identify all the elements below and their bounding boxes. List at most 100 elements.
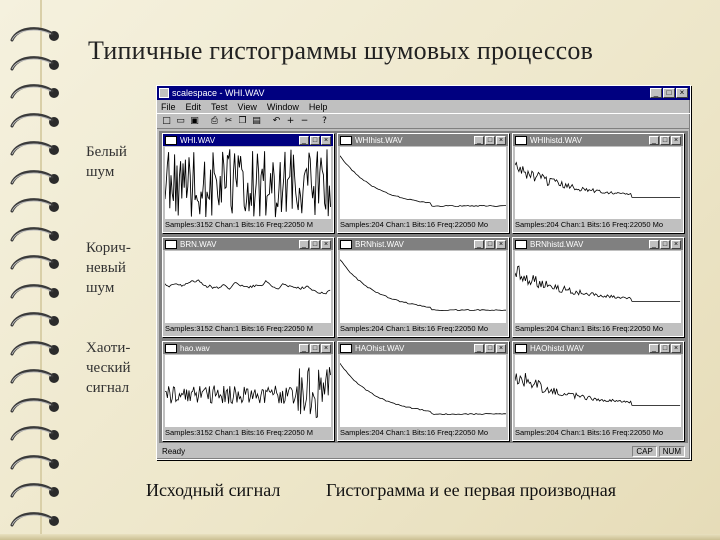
- zoom-out-icon[interactable]: −: [299, 116, 310, 127]
- page-bottom-edge: [0, 534, 720, 540]
- child-window[interactable]: BRN.WAV _ □ × Samples:3152 Chan:1 Bits:16 Fr…: [162, 237, 334, 337]
- menu-window[interactable]: Window: [267, 102, 299, 112]
- app-icon[interactable]: [159, 88, 169, 98]
- maximize-button[interactable]: □: [663, 88, 675, 98]
- spiral-ring: [8, 51, 66, 79]
- child-titlebar[interactable]: HAOhist.WAV _ □ ×: [338, 342, 508, 354]
- maximize-button[interactable]: □: [485, 135, 495, 145]
- child-titlebar[interactable]: WHIhist.WAV _ □ ×: [338, 134, 508, 146]
- child-status: Samples:204 Chan:1 Bits:16 Freq:22050 Mo: [515, 220, 664, 229]
- child-window[interactable]: HAOhist.WAV _ □ × Samples:204 Chan:1 Bits:16…: [337, 341, 509, 441]
- app-titlebar[interactable]: scalespace - WHI.WAV _ □ ×: [157, 86, 690, 100]
- open-icon[interactable]: ▭: [175, 116, 186, 127]
- caption-histogram: Гистограмма и ее первая производная: [326, 480, 617, 500]
- child-window[interactable]: hao.wav _ □ × Samples:3152 Chan:1 Bits:16 Fr…: [162, 341, 334, 441]
- minimize-button[interactable]: _: [299, 239, 309, 249]
- maximize-button[interactable]: □: [310, 239, 320, 249]
- waveform-plot[interactable]: [165, 251, 331, 323]
- child-status: Samples:204 Chan:1 Bits:16 Freq:22050 Mo: [340, 428, 489, 437]
- zoom-in-icon[interactable]: +: [285, 116, 296, 127]
- child-window[interactable]: HAOhistd.WAV _ □ × Samples:204 Chan:1 Bits:1…: [512, 341, 684, 441]
- close-button[interactable]: ×: [496, 135, 506, 145]
- waveform-plot[interactable]: [515, 355, 681, 427]
- close-button[interactable]: ×: [321, 239, 331, 249]
- label-line: Хаоти-: [86, 340, 131, 356]
- spiral-ring: [8, 336, 66, 364]
- child-status: Samples:204 Chan:1 Bits:16 Freq:22050 Mo: [515, 324, 664, 333]
- waveform-plot[interactable]: [165, 355, 331, 427]
- spiral-ring: [8, 250, 66, 278]
- child-titlebar[interactable]: BRNhistd.WAV _ □ ×: [513, 238, 683, 250]
- label-brown-noise: Корич- невый шум: [86, 238, 131, 298]
- minimize-button[interactable]: _: [299, 343, 309, 353]
- cut-icon[interactable]: ✂: [223, 116, 234, 127]
- print-icon[interactable]: ⎙: [209, 116, 220, 127]
- menu-help[interactable]: Help: [309, 102, 328, 112]
- child-titlebar[interactable]: WHIhistd.WAV _ □ ×: [513, 134, 683, 146]
- child-titlebar[interactable]: WHI.WAV _ □ ×: [163, 134, 333, 146]
- waveform-trace: [165, 279, 331, 295]
- maximize-button[interactable]: □: [660, 239, 670, 249]
- menu-test[interactable]: Test: [211, 102, 228, 112]
- close-button[interactable]: ×: [671, 343, 681, 353]
- maximize-button[interactable]: □: [310, 135, 320, 145]
- waveform-plot[interactable]: [340, 147, 506, 219]
- close-button[interactable]: ×: [671, 239, 681, 249]
- menu-edit[interactable]: Edit: [186, 102, 202, 112]
- waveform-plot[interactable]: [515, 251, 681, 323]
- help-icon[interactable]: ?: [319, 116, 330, 127]
- minimize-button[interactable]: _: [649, 239, 659, 249]
- save-icon[interactable]: ▣: [189, 116, 200, 127]
- caption-source-signal: Исходный сигнал: [146, 480, 281, 500]
- wav-file-icon: [515, 135, 527, 145]
- close-button[interactable]: ×: [676, 88, 688, 98]
- close-button[interactable]: ×: [671, 135, 681, 145]
- minimize-button[interactable]: _: [649, 135, 659, 145]
- app-title: scalespace - WHI.WAV: [172, 88, 265, 98]
- waveform-plot[interactable]: [515, 147, 681, 219]
- close-button[interactable]: ×: [321, 343, 331, 353]
- waveform-trace: [340, 259, 506, 312]
- waveform-plot[interactable]: [340, 355, 506, 427]
- child-titlebar[interactable]: BRN.WAV _ □ ×: [163, 238, 333, 250]
- minimize-button[interactable]: _: [649, 343, 659, 353]
- child-title: BRN.WAV: [180, 239, 217, 249]
- label-line: ческий: [86, 360, 131, 376]
- minimize-button[interactable]: _: [474, 343, 484, 353]
- copy-icon[interactable]: ❐: [237, 116, 248, 127]
- child-status: Samples:204 Chan:1 Bits:16 Freq:22050 Mo: [515, 428, 664, 437]
- minimize-button[interactable]: _: [474, 135, 484, 145]
- undo-icon[interactable]: ↶: [271, 116, 282, 127]
- maximize-button[interactable]: □: [485, 343, 495, 353]
- minimize-button[interactable]: _: [299, 135, 309, 145]
- minimize-button[interactable]: _: [474, 239, 484, 249]
- child-title: BRNhistd.WAV: [530, 239, 584, 249]
- child-window[interactable]: WHIhist.WAV _ □ × Samples:204 Chan:1 Bits:16…: [337, 133, 509, 233]
- close-button[interactable]: ×: [496, 239, 506, 249]
- waveform-plot[interactable]: [340, 251, 506, 323]
- child-window[interactable]: BRNhist.WAV _ □ × Samples:204 Chan:1 Bits:16…: [337, 237, 509, 337]
- child-titlebar[interactable]: HAOhistd.WAV _ □ ×: [513, 342, 683, 354]
- paste-icon[interactable]: ▤: [251, 116, 262, 127]
- spiral-ring: [8, 22, 66, 50]
- child-status: Samples:3152 Chan:1 Bits:16 Freq:22050 M: [165, 428, 314, 437]
- child-window[interactable]: BRNhistd.WAV _ □ × Samples:204 Chan:1 Bits:1…: [512, 237, 684, 337]
- minimize-button[interactable]: _: [650, 88, 662, 98]
- new-icon[interactable]: □: [161, 116, 172, 127]
- menu-view[interactable]: View: [238, 102, 257, 112]
- menu-file[interactable]: File: [161, 102, 176, 112]
- child-window[interactable]: WHIhistd.WAV _ □ × Samples:204 Chan:1 Bits:1…: [512, 133, 684, 233]
- child-window[interactable]: WHI.WAV _ □ × Samples:3152 Chan:1 Bits:16 Fr…: [162, 133, 334, 233]
- maximize-button[interactable]: □: [485, 239, 495, 249]
- maximize-button[interactable]: □: [660, 135, 670, 145]
- waveform-trace: [340, 155, 506, 208]
- close-button[interactable]: ×: [496, 343, 506, 353]
- waveform-plot[interactable]: [165, 147, 331, 219]
- child-status: Samples:204 Chan:1 Bits:16 Freq:22050 Mo: [340, 220, 489, 229]
- close-button[interactable]: ×: [321, 135, 331, 145]
- maximize-button[interactable]: □: [310, 343, 320, 353]
- child-titlebar[interactable]: BRNhist.WAV _ □ ×: [338, 238, 508, 250]
- child-titlebar[interactable]: hao.wav _ □ ×: [163, 342, 333, 354]
- maximize-button[interactable]: □: [660, 343, 670, 353]
- child-title: BRNhist.WAV: [355, 239, 404, 249]
